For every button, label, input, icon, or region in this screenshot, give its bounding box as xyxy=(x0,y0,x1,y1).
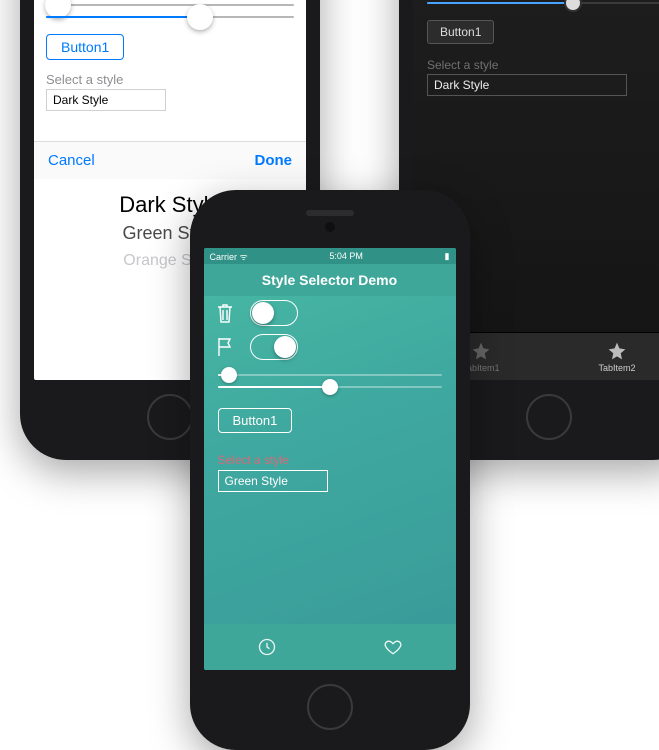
home-button[interactable] xyxy=(307,684,353,730)
tab-item-2[interactable]: TabItem2 xyxy=(549,333,659,380)
star-icon xyxy=(471,341,491,361)
slider-1[interactable] xyxy=(218,374,442,376)
slider-2[interactable] xyxy=(427,2,659,4)
switch-2[interactable] xyxy=(250,334,298,360)
carrier-label: Carrier ᯤ xyxy=(210,250,248,263)
tab-bar xyxy=(204,624,456,670)
done-button[interactable]: Done xyxy=(255,152,293,169)
home-button[interactable] xyxy=(147,394,193,440)
tab-item-1[interactable] xyxy=(204,624,330,670)
select-label: Select a style xyxy=(34,66,306,89)
clock-label: 5:04 PM xyxy=(329,251,363,261)
slider-2[interactable] xyxy=(218,386,442,388)
battery-icon: ▮ xyxy=(445,251,450,262)
tab-item-2[interactable] xyxy=(330,624,456,670)
select-label: Select a style xyxy=(413,50,659,74)
style-field[interactable] xyxy=(427,74,627,96)
status-bar: Carrier ᯤ 5:04 PM ▮ xyxy=(204,248,456,264)
phone-green: Carrier ᯤ 5:04 PM ▮ Style Selector Demo … xyxy=(190,190,470,750)
slider-1[interactable] xyxy=(46,4,294,6)
select-label: Select a style xyxy=(204,443,456,470)
cancel-button[interactable]: Cancel xyxy=(48,152,95,169)
picker-toolbar: Cancel Done xyxy=(34,141,306,179)
page-title: Style Selector Demo xyxy=(204,264,456,296)
tab-label: TabItem2 xyxy=(598,363,635,373)
clock-icon xyxy=(257,637,277,657)
switch-1[interactable] xyxy=(250,300,298,326)
flag-icon[interactable] xyxy=(214,336,236,358)
star-icon xyxy=(607,341,627,361)
trash-icon[interactable] xyxy=(214,302,236,324)
home-button[interactable] xyxy=(526,394,572,440)
style-field[interactable] xyxy=(46,89,166,111)
button1[interactable]: Button1 xyxy=(218,408,293,433)
heart-icon xyxy=(383,637,403,657)
button1[interactable]: Button1 xyxy=(46,34,124,60)
style-field[interactable] xyxy=(218,470,328,492)
slider-2[interactable] xyxy=(46,16,294,18)
screen-green: Carrier ᯤ 5:04 PM ▮ Style Selector Demo … xyxy=(204,248,456,670)
button1[interactable]: Button1 xyxy=(427,20,494,44)
